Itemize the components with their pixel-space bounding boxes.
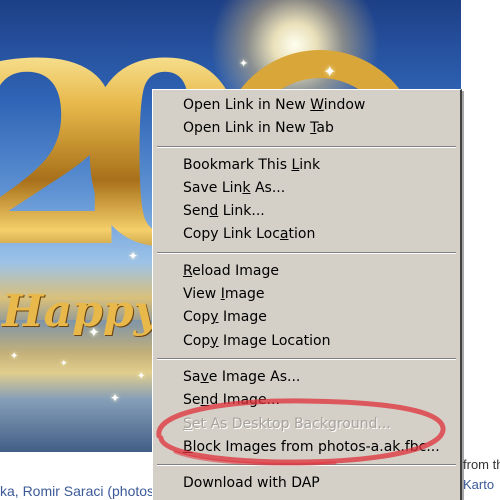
sparkle-icon: ✦ <box>60 359 68 369</box>
photo-caption-link[interactable]: ka, Romir Saraci (photos <box>0 483 154 499</box>
menu-separator <box>157 251 456 254</box>
menu-item-label: Open Link in New <box>183 97 311 113</box>
menu-item-mnemonic: S <box>183 415 192 432</box>
photo-caption-side: from th Karto <box>463 455 500 495</box>
menu-item-label: Cop <box>183 309 211 326</box>
menu-item-label: eload Image <box>192 262 279 279</box>
menu-item-mnemonic: v <box>200 368 209 385</box>
menu-item-mnemonic: B <box>183 438 193 455</box>
menu-item-set-as-desktop-background: Set As Desktop Background... <box>153 413 460 436</box>
menu-item-label: Open Link in New <box>183 120 311 137</box>
menu-item-mnemonic: k <box>242 179 251 196</box>
menu-separator <box>157 145 456 148</box>
sparkle-icon: ✦ <box>239 57 249 70</box>
menu-item-label: Cop <box>183 332 211 349</box>
caption-side-text: from th <box>463 457 500 472</box>
menu-item-save-image-as[interactable]: Save Image As... <box>153 366 460 389</box>
menu-item-mnemonic: y <box>210 309 219 326</box>
menu-item-label: Sen <box>183 203 210 220</box>
menu-item-label: e Image As... <box>208 368 301 385</box>
menu-item-save-link-as[interactable]: Save Link As... <box>153 177 460 200</box>
sparkle-icon: ✦ <box>323 62 337 81</box>
menu-separator <box>157 357 456 360</box>
menu-item-label: Copy Link Loc <box>183 226 280 243</box>
menu-item-copy-link-location[interactable]: Copy Link Location <box>153 223 460 246</box>
menu-item-send-image[interactable]: Send Image... <box>153 389 460 412</box>
menu-separator <box>157 464 456 467</box>
menu-item-reload-image[interactable]: Reload Image <box>153 260 460 283</box>
menu-item-download-with-dap[interactable]: Download with DAP <box>153 472 460 495</box>
menu-item-copy-image-location[interactable]: Copy Image Location <box>153 330 460 353</box>
menu-item-view-image[interactable]: View Image <box>153 283 460 306</box>
menu-item-label: Link... <box>218 203 265 220</box>
menu-item-send-link[interactable]: Send Link... <box>153 200 460 223</box>
menu-item-mnemonic: y <box>210 332 219 349</box>
menu-item-label: Download with DAP <box>183 475 320 492</box>
menu-item-mnemonic: a <box>279 226 289 243</box>
menu-item-label: d Image... <box>209 392 280 409</box>
menu-item-label: Bookmark This <box>183 156 292 173</box>
menu-item-open-link-in-new-window[interactable]: Open Link in New Window <box>153 94 460 117</box>
menu-item-mnemonic: R <box>183 262 193 279</box>
menu-item-label: et As Desktop Background... <box>191 415 391 432</box>
menu-item-block-images-from-photos-a-ak-fbc[interactable]: Block Images from photos-a.ak.fbc... <box>153 436 460 459</box>
menu-item-copy-image[interactable]: Copy Image <box>153 306 460 329</box>
happy-script-text: Happy <box>2 286 160 337</box>
menu-item-label: lock Images from photos-a.ak.fbc... <box>192 438 440 455</box>
menu-item-label: Se <box>183 392 201 409</box>
menu-item-label: indow <box>323 97 366 113</box>
image-context-menu: Open Link in New Window Open Link in New … <box>152 89 462 500</box>
sparkle-icon: ✦ <box>128 249 139 263</box>
menu-item-label: mage <box>224 286 265 303</box>
sparkle-icon: ✦ <box>88 325 100 341</box>
menu-item-label: ab <box>316 120 334 137</box>
menu-item-label: Image <box>218 309 267 326</box>
menu-item-open-link-in-new-tab[interactable]: Open Link in New Tab <box>153 117 460 140</box>
sparkle-icon: ✦ <box>10 351 19 362</box>
menu-item-mnemonic: d <box>209 203 219 220</box>
sparkle-icon: ✦ <box>137 371 146 382</box>
caption-side-link[interactable]: Karto <box>463 475 500 495</box>
menu-item-label: Save Lin <box>183 179 243 196</box>
menu-item-mnemonic: W <box>310 97 324 113</box>
menu-item-label: View <box>183 286 221 303</box>
menu-item-label: As... <box>250 179 286 196</box>
menu-item-label: tion <box>288 226 316 243</box>
menu-item-bookmark-this-link[interactable]: Bookmark This Link <box>153 154 460 177</box>
menu-item-label: Sa <box>183 368 201 385</box>
menu-item-label: ink <box>299 156 321 173</box>
menu-item-label: Image Location <box>218 332 331 349</box>
sparkle-icon: ✦ <box>110 391 121 405</box>
